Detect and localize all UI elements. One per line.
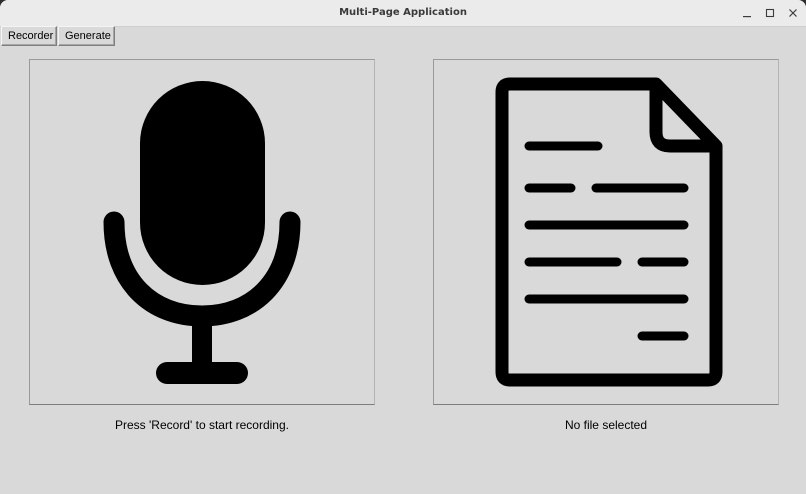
recorder-image-panel bbox=[29, 59, 375, 405]
close-icon bbox=[784, 8, 802, 18]
generate-button[interactable]: Generate bbox=[58, 26, 115, 46]
recorder-button[interactable]: Recorder bbox=[1, 26, 57, 46]
close-button[interactable] bbox=[784, 4, 802, 22]
recorder-status-label: Press 'Record' to start recording. bbox=[115, 418, 289, 432]
file-status-label: No file selected bbox=[564, 418, 648, 432]
application-window: Multi-Page Application Recorder Generate bbox=[0, 0, 806, 494]
microphone-icon bbox=[103, 81, 301, 384]
maximize-icon bbox=[761, 8, 779, 18]
document-icon bbox=[495, 77, 723, 387]
maximize-button[interactable] bbox=[761, 4, 779, 22]
minimize-icon bbox=[738, 8, 756, 18]
window-title: Multi-Page Application bbox=[339, 7, 467, 18]
file-image-panel bbox=[433, 59, 779, 405]
title-bar[interactable]: Multi-Page Application bbox=[0, 0, 806, 27]
minimize-button[interactable] bbox=[738, 4, 756, 22]
